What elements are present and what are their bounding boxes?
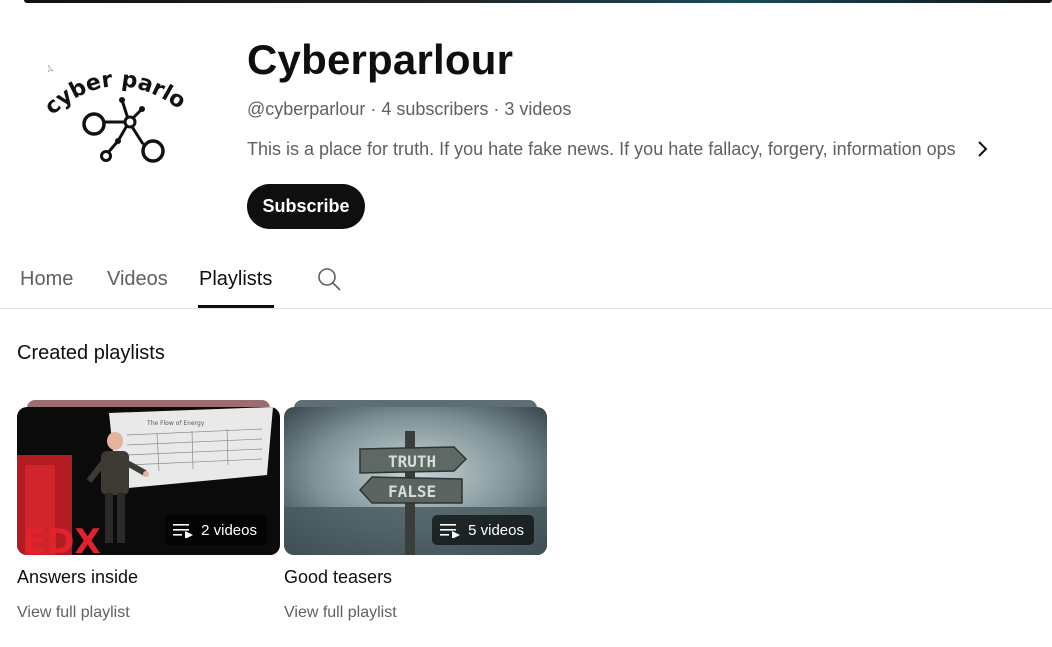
cyber-parlour-logo-icon: cyber parlour: [22, 29, 190, 163]
subscribe-button[interactable]: Subscribe: [247, 184, 365, 229]
playlist-video-count: 5 videos: [468, 521, 524, 539]
svg-text:EDX: EDX: [23, 522, 101, 555]
active-tab-indicator: [198, 305, 274, 308]
tab-playlists[interactable]: Playlists: [199, 268, 272, 291]
search-icon[interactable]: [316, 266, 342, 292]
view-full-playlist-link[interactable]: View full playlist: [284, 604, 397, 622]
channel-tabs: Home Videos Playlists: [0, 250, 1052, 309]
playlist-video-count: 2 videos: [201, 521, 257, 539]
sign-false-text: FALSE: [388, 482, 436, 501]
svg-text:cyber parlour: cyber parlour: [30, 48, 190, 120]
view-full-playlist-link[interactable]: View full playlist: [17, 604, 130, 622]
playlist-count-badge: 2 videos: [165, 515, 267, 545]
chevron-right-icon[interactable]: [970, 136, 994, 162]
channel-meta: @cyberparlour · 4 subscribers · 3 videos: [247, 99, 572, 119]
channel-banner-edge: [24, 0, 1052, 3]
logo-text: cyber parlour: [22, 29, 190, 120]
playlist-count-badge: 5 videos: [432, 515, 534, 545]
slide-title: The Flow of Energy: [146, 420, 205, 427]
playlist-title[interactable]: Answers inside: [17, 567, 138, 588]
tab-videos[interactable]: Videos: [107, 268, 168, 291]
tab-home[interactable]: Home: [20, 268, 73, 291]
playlist-thumbnail[interactable]: TRUTH FALSE 5 videos: [284, 407, 547, 555]
sign-truth-text: TRUTH: [388, 452, 436, 471]
playlist-thumbnail[interactable]: The Flow of Energy EDX 2 videos: [17, 407, 280, 555]
playlist-icon: [173, 524, 194, 538]
playlist-icon: [440, 524, 461, 538]
channel-name: Cyberparlour: [247, 36, 514, 83]
channel-description[interactable]: This is a place for truth. If you hate f…: [247, 139, 957, 160]
channel-avatar[interactable]: cyber parlour: [22, 29, 196, 178]
playlist-title[interactable]: Good teasers: [284, 567, 392, 588]
section-title: Created playlists: [17, 342, 165, 364]
